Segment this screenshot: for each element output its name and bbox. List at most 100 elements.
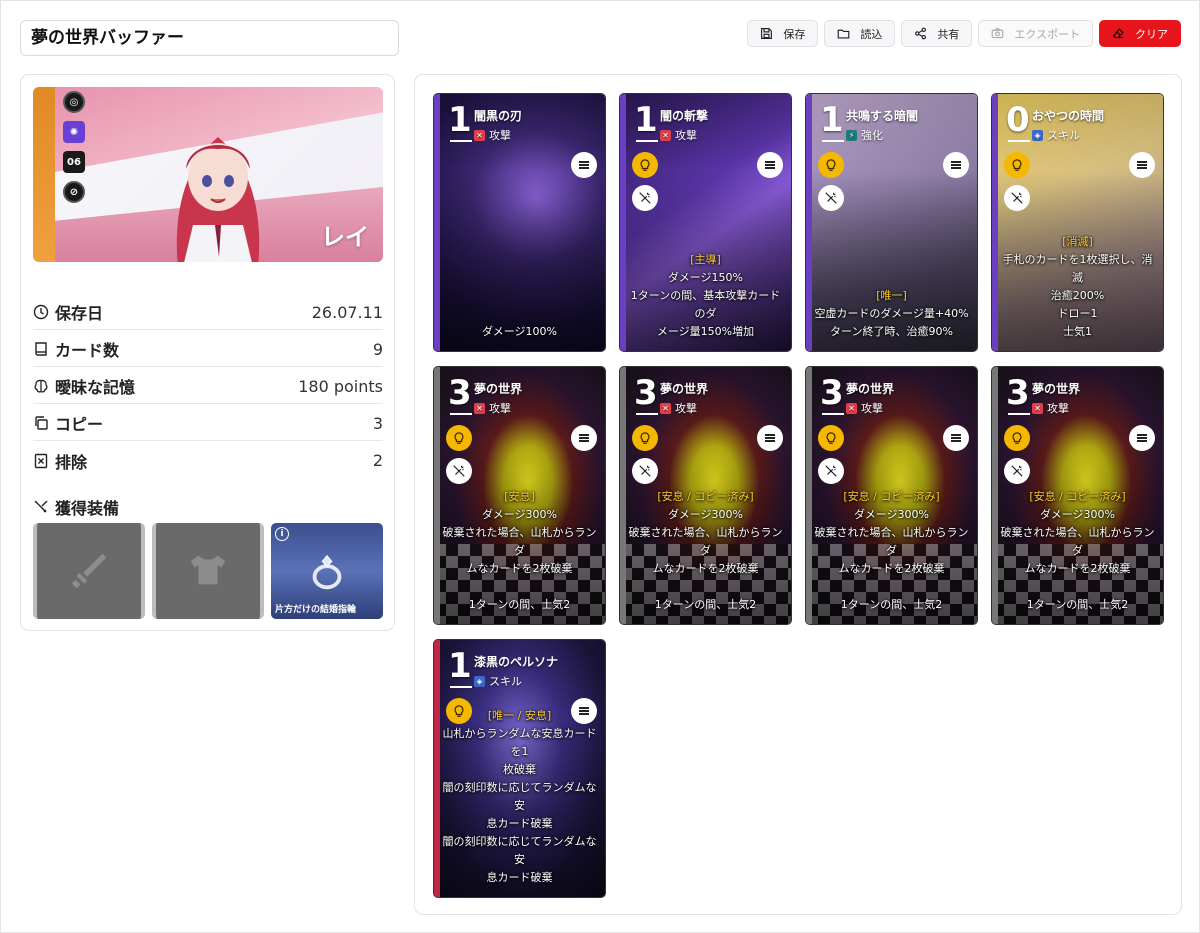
card-type: ◈ スキル <box>474 673 522 689</box>
card-hint-button[interactable] <box>1004 425 1030 451</box>
card-description-line <box>626 578 785 596</box>
equipment-slot-weapon[interactable] <box>33 523 145 619</box>
lightbulb-icon <box>454 432 464 444</box>
lightbulb-icon <box>1012 432 1022 444</box>
character-portrait <box>176 137 260 262</box>
card-description: [安息 / コピー済み] ダメージ300% 破棄された場合、山札からランダ ムなカード… <box>626 488 785 614</box>
share-icon <box>915 27 927 40</box>
card-3[interactable]: 1 共鳴する暗闇 ⚡ 強化 [唯一] 空虚カードのダメージ量+40% ターン終了時、… <box>805 93 978 352</box>
stat-label: カード数 <box>33 337 119 361</box>
card-hint-button[interactable] <box>818 152 844 178</box>
card-4[interactable]: 0 おやつの時間 ◈ スキル [消滅] 手札のカードを1枚選択し、消滅 治癒200%… <box>991 93 1164 352</box>
stat-row-remove: 排除 2 <box>33 441 383 478</box>
stat-row-saved-date: 保存日 26.07.11 <box>33 293 383 330</box>
card-description-line: 息カード破棄 <box>486 817 553 830</box>
load-button[interactable]: 読込 <box>824 20 896 47</box>
wand-off-icon <box>453 465 465 477</box>
card-6[interactable]: 3 夢の世界 ✕ 攻撃 [安息 / コピー済み] ダメージ300% 破棄された場合、… <box>619 366 792 625</box>
card-menu-button[interactable] <box>571 152 597 178</box>
card-description-line: ドロー1 <box>1057 307 1098 320</box>
card-hide-button[interactable] <box>1004 458 1030 484</box>
stat-label-text: カード数 <box>55 341 120 360</box>
card-hint-button[interactable] <box>1004 152 1030 178</box>
card-2[interactable]: 1 闇の斬撃 ✕ 攻撃 [主導] ダメージ150% 1ターンの間、基本攻撃カードのダ… <box>619 93 792 352</box>
app-frame: 夢の世界バッファー 保存 読込 共有 エクスポート クリア ◎ ✺ 06 ⊘ レ… <box>0 0 1200 933</box>
share-button[interactable]: 共有 <box>901 20 973 47</box>
export-button[interactable]: エクスポート <box>978 20 1093 47</box>
card-menu-button[interactable] <box>757 425 783 451</box>
card-menu-button[interactable] <box>1129 425 1155 451</box>
card-hide-button[interactable] <box>446 458 472 484</box>
card-9[interactable]: 1 漆黒のペルソナ ◈ スキル [唯一 / 安息] 山札からランダムな安息カードを… <box>433 639 606 898</box>
card-description-line: 破棄された場合、山札からランダ <box>628 526 783 557</box>
clear-button-label: クリア <box>1135 27 1168 41</box>
card-hide-button[interactable] <box>632 185 658 211</box>
card-menu-button[interactable] <box>1129 152 1155 178</box>
card-type-icon: ✕ <box>1032 402 1043 414</box>
deck-name-input[interactable]: 夢の世界バッファー <box>20 20 399 56</box>
card-cost-underline <box>1008 140 1030 142</box>
card-name: 闇黒の刃 <box>474 109 523 123</box>
card-hint-button[interactable] <box>446 425 472 451</box>
card-hide-button[interactable] <box>632 458 658 484</box>
card-5[interactable]: 3 夢の世界 ✕ 攻撃 [安息] ダメージ300% 破棄された場合、山札からランダム… <box>433 366 606 625</box>
clear-button[interactable]: クリア <box>1099 20 1181 47</box>
card-hint-button[interactable] <box>632 425 658 451</box>
card-hide-button[interactable] <box>818 185 844 211</box>
character-panel: ◎ ✺ 06 ⊘ レイ 保存日 26.07.11 カード数 9 曖昧な記憶 18… <box>20 74 395 631</box>
card-hint-button[interactable] <box>818 425 844 451</box>
info-icon[interactable]: i <box>275 527 289 541</box>
card-hide-button[interactable] <box>1004 185 1030 211</box>
card-description: [唯一 / 安息] 山札からランダムな安息カードを1 枚破棄 闇の刻印数に応じてランダ… <box>440 707 599 887</box>
copy-icon <box>35 416 48 430</box>
card-menu-button[interactable] <box>943 152 969 178</box>
card-menu-button[interactable] <box>943 425 969 451</box>
card-description: [安息 / コピー済み] ダメージ300% 破棄された場合、山札からランダ ムなカード… <box>998 488 1157 614</box>
card-name: 闇の斬撃 <box>660 109 709 123</box>
menu-icon <box>765 437 775 439</box>
card-1[interactable]: 1 闇黒の刃 ✕ 攻撃 ダメージ100% <box>433 93 606 352</box>
card-description-line: 1ターンの間、士気2 <box>1026 598 1129 611</box>
target-icon[interactable]: ◎ <box>63 91 85 113</box>
spiral-icon[interactable]: ✺ <box>63 121 85 143</box>
card-name: 漆黒のペルソナ <box>474 655 559 669</box>
card-7[interactable]: 3 夢の世界 ✕ 攻撃 [安息 / コピー済み] ダメージ300% 破棄された場合、… <box>805 366 978 625</box>
card-hint-button[interactable] <box>632 152 658 178</box>
card-type-label: スキル <box>489 675 522 688</box>
eye-off-icon[interactable]: ⊘ <box>63 181 85 203</box>
eraser-icon <box>1112 28 1124 39</box>
card-type: ⚡ 強化 <box>846 127 883 143</box>
stats-list: 保存日 26.07.11 カード数 9 曖昧な記憶 180 points コピー… <box>33 293 383 478</box>
save-button[interactable]: 保存 <box>747 20 819 47</box>
menu-icon <box>1137 437 1147 439</box>
card-grid: 1 闇黒の刃 ✕ 攻撃 ダメージ100% 1 闇の斬撃 ✕ 攻撃 [主導] ダメー… <box>433 93 1164 898</box>
card-name: 夢の世界 <box>1032 382 1081 396</box>
card-menu-button[interactable] <box>757 152 783 178</box>
card-name: 夢の世界 <box>474 382 523 396</box>
equipment-slot-armor[interactable] <box>152 523 264 619</box>
card-description-line <box>812 578 971 596</box>
card-rarity-stripe <box>434 94 440 351</box>
ring-icon <box>312 554 342 590</box>
save-icon <box>761 28 773 39</box>
card-cost-underline <box>450 686 472 688</box>
stat-label-text: 排除 <box>55 452 88 472</box>
card-description-line: ダメージ300% <box>1040 508 1115 521</box>
card-cost-underline <box>1008 413 1030 415</box>
card-description-line: 破棄された場合、山札からランダ <box>442 526 597 557</box>
card-name: 共鳴する暗闇 <box>846 109 919 123</box>
card-cost: 3 <box>448 373 472 413</box>
card-tag: [安息 / コピー済み] <box>843 490 940 503</box>
equipment-slot-accessory[interactable]: i 片方だけの結婚指輪 <box>271 523 383 619</box>
clock-icon <box>33 304 49 320</box>
card-8[interactable]: 3 夢の世界 ✕ 攻撃 [安息 / コピー済み] ダメージ300% 破棄された場合、… <box>991 366 1164 625</box>
card-name: 夢の世界 <box>660 382 709 396</box>
card-description-line: ムなカードを2枚破棄 <box>466 562 573 575</box>
stat-label: コピー <box>33 411 103 435</box>
character-banner[interactable]: ◎ ✺ 06 ⊘ レイ <box>33 87 383 262</box>
card-menu-button[interactable] <box>571 425 597 451</box>
card-hide-button[interactable] <box>818 458 844 484</box>
card-type-icon: ◈ <box>474 675 485 687</box>
card-cost: 3 <box>820 373 844 413</box>
card-type-icon: ✕ <box>660 402 671 414</box>
